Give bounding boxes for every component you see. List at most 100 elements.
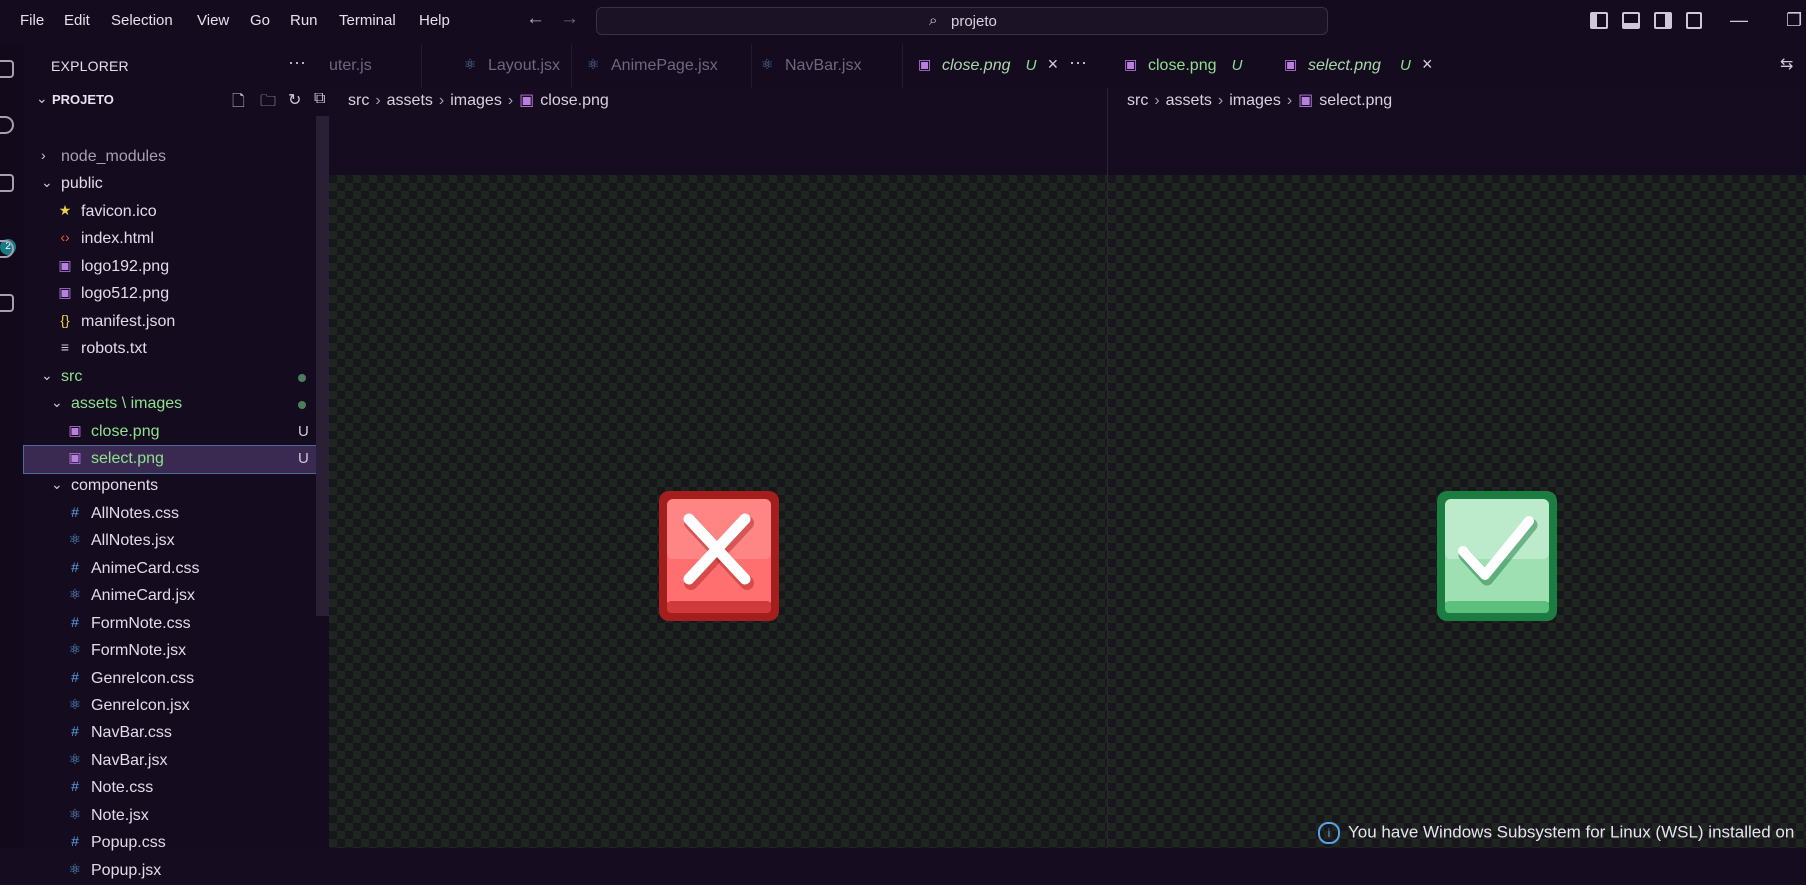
tree-file[interactable]: {} manifest.json xyxy=(24,309,329,336)
tree-item-label: favicon.ico xyxy=(81,202,157,220)
tree-file[interactable]: ≡ robots.txt xyxy=(24,336,329,363)
close-tab-icon[interactable]: × xyxy=(1422,54,1433,75)
breadcrumb-item[interactable]: images xyxy=(1229,92,1281,109)
react-file-icon: ⚛ xyxy=(68,531,82,548)
breadcrumb-item[interactable]: assets xyxy=(1166,92,1212,109)
forward-arrow-icon[interactable]: → xyxy=(560,8,579,30)
chevron-right-icon: › xyxy=(1217,92,1224,109)
text-file-icon: ≡ xyxy=(60,339,70,356)
tree-file[interactable]: # AnimeCard.css xyxy=(24,556,329,583)
react-file-icon: ⚛ xyxy=(68,805,82,822)
collapse-all-icon[interactable]: ⧉ xyxy=(314,90,325,108)
left-breadcrumb: src › assets › images › ▣ close.png xyxy=(348,90,615,110)
css-file-icon: # xyxy=(71,723,79,740)
tree-file[interactable]: # Note.css xyxy=(24,775,329,802)
menu-go[interactable]: Go xyxy=(250,12,270,29)
chevron-right-icon: › xyxy=(375,92,381,109)
wsl-notification[interactable]: i You have Windows Subsystem for Linux (W… xyxy=(1318,822,1806,848)
git-status-badge: U xyxy=(298,449,309,467)
project-name: PROJETO xyxy=(52,92,114,107)
new-folder-icon[interactable]: 🗀 xyxy=(260,90,276,117)
close-tab-icon[interactable]: × xyxy=(1048,54,1059,75)
tree-folder[interactable]: ⌄ components xyxy=(24,473,329,500)
react-file-icon: ⚛ xyxy=(68,750,82,767)
explorer-icon[interactable] xyxy=(0,60,14,78)
tree-item-label: NavBar.jsx xyxy=(91,751,168,769)
tree-file[interactable]: ▣ logo192.png xyxy=(24,254,329,281)
breadcrumb-item[interactable]: select.png xyxy=(1319,92,1392,109)
info-icon: i xyxy=(1318,822,1340,844)
image-file-icon: ▣ xyxy=(1124,56,1138,72)
tree-item-label: assets \ images xyxy=(71,395,183,413)
menu-edit[interactable]: Edit xyxy=(64,12,90,29)
right-breadcrumb: src › assets › images › ▣ select.png xyxy=(1127,90,1398,110)
back-arrow-icon[interactable]: ← xyxy=(526,8,545,30)
css-file-icon: # xyxy=(71,558,79,575)
breadcrumb-item[interactable]: assets xyxy=(387,92,433,109)
tree-file[interactable]: ⚛ AllNotes.jsx xyxy=(24,528,329,555)
breadcrumb-item[interactable]: close.png xyxy=(540,92,609,109)
tree-file[interactable]: # FormNote.css xyxy=(24,611,329,638)
tab-separator xyxy=(571,44,572,88)
modified-dot xyxy=(298,401,306,410)
tree-file[interactable]: # GenreIcon.css xyxy=(24,666,329,693)
run-debug-icon[interactable] xyxy=(0,240,14,258)
tree-file[interactable]: ⚛ FormNote.jsx xyxy=(24,638,329,665)
command-center-search[interactable]: ⌕ projeto xyxy=(596,7,1328,35)
more-actions-icon[interactable]: ··· xyxy=(288,52,306,73)
breadcrumb-item[interactable]: images xyxy=(450,92,502,109)
tree-file[interactable]: ‹› index.html xyxy=(24,226,329,253)
tree-folder[interactable]: ⌄ public xyxy=(24,171,329,198)
tree-file[interactable]: # Popup.css xyxy=(24,830,329,857)
tree-item-label: close.png xyxy=(91,422,160,440)
breadcrumb-item[interactable]: src xyxy=(348,92,369,109)
toggle-panel-icon[interactable] xyxy=(1622,12,1640,29)
tree-folder[interactable]: ⌄ assets \ images xyxy=(24,391,329,418)
command-center-text: projeto xyxy=(951,13,997,30)
tree-folder[interactable]: › node_modules xyxy=(24,144,329,171)
tree-file[interactable]: ⚛ Popup.jsx xyxy=(24,858,329,885)
menu-run[interactable]: Run xyxy=(290,12,318,29)
tree-item-label: Note.css xyxy=(91,779,154,797)
menu-help[interactable]: Help xyxy=(419,12,450,29)
chevron-right-icon: › xyxy=(438,92,445,109)
maximize-icon[interactable]: ❐ xyxy=(1786,10,1802,31)
refresh-icon[interactable]: ↻ xyxy=(288,90,301,110)
tab-overflow-icon[interactable]: ··· xyxy=(1069,52,1087,73)
tree-file[interactable]: # NavBar.css xyxy=(24,720,329,747)
menu-file[interactable]: File xyxy=(20,12,44,29)
search-view-icon[interactable] xyxy=(0,116,14,134)
css-file-icon: # xyxy=(71,668,79,685)
react-file-icon: ⚛ xyxy=(68,696,82,712)
toggle-secondary-sidebar-icon[interactable] xyxy=(1654,12,1672,29)
react-file-icon: ⚛ xyxy=(68,641,82,658)
open-changes-icon[interactable]: ⇆ xyxy=(1780,54,1793,74)
breadcrumb-item[interactable]: src xyxy=(1127,92,1148,109)
select-image xyxy=(1437,491,1557,621)
tree-file[interactable]: ⚛ GenreIcon.jsx xyxy=(24,693,329,720)
tree-file[interactable]: ★ favicon.ico xyxy=(24,199,329,226)
tree-folder[interactable]: ⌄ src xyxy=(24,364,329,391)
tree-file[interactable]: # AllNotes.css xyxy=(24,501,329,528)
image-file-icon: ▣ xyxy=(58,284,72,301)
tree-file[interactable]: ▣ logo512.png xyxy=(24,281,329,308)
menu-terminal[interactable]: Terminal xyxy=(339,12,396,29)
right-image-preview xyxy=(1108,175,1806,848)
menu-selection[interactable]: Selection xyxy=(111,12,173,29)
sidebar-scrollbar[interactable] xyxy=(316,116,329,616)
right-tab-bar: ▣ close.png U ▣ select.png U × ⇆ xyxy=(1108,44,1806,88)
new-file-icon[interactable]: 🗋 xyxy=(232,90,245,117)
tree-file[interactable]: ⚛ AnimeCard.jsx xyxy=(24,583,329,610)
tree-file[interactable]: ⚛ NavBar.jsx xyxy=(24,748,329,775)
extensions-icon[interactable] xyxy=(0,294,14,312)
customize-layout-icon[interactable] xyxy=(1686,12,1702,29)
source-control-icon[interactable] xyxy=(0,174,14,192)
tree-file[interactable]: ⚛ Note.jsx xyxy=(24,803,329,830)
tree-file[interactable]: ▣ select.png U xyxy=(23,444,330,474)
toggle-primary-sidebar-icon[interactable] xyxy=(1590,12,1608,29)
tree-file[interactable]: ▣ close.png U xyxy=(24,419,329,446)
menu-view[interactable]: View xyxy=(197,12,229,29)
image-file-icon: ▣ xyxy=(1298,92,1314,109)
tree-item-label: public xyxy=(61,175,103,193)
minimize-icon[interactable]: — xyxy=(1730,10,1748,31)
